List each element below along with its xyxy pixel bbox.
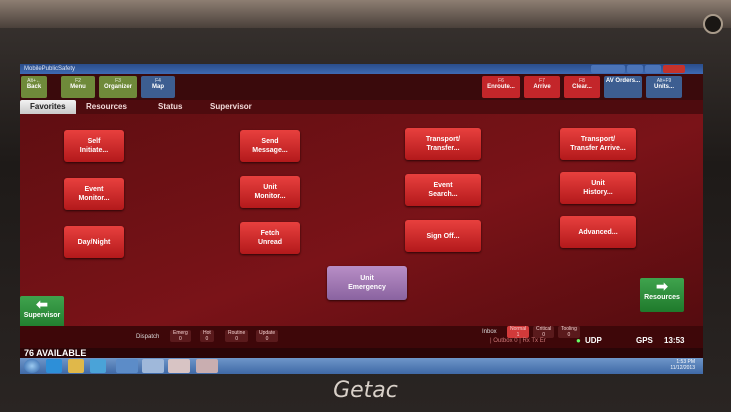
enroute-button[interactable]: F6 Enroute... xyxy=(482,76,520,98)
supervisor-nav-label: Supervisor xyxy=(23,312,61,319)
tab-supervisor[interactable]: Supervisor xyxy=(210,102,252,111)
av-orders-label: AV Orders... xyxy=(605,78,641,84)
arrive-button[interactable]: F7 Arrive xyxy=(524,76,560,98)
count-value: 0 xyxy=(235,336,238,342)
tab-favorites[interactable]: Favorites xyxy=(20,100,76,114)
organizer-button[interactable]: F3 Organizer xyxy=(99,76,137,98)
tab-bar: Favorites Resources Status Supervisor xyxy=(20,100,703,114)
function-toolbar: Alt+← Back F2 Menu F3 Organizer F4 Map F… xyxy=(20,74,703,100)
count-value: 0 xyxy=(567,332,571,338)
windows-taskbar: 1:53 PM 11/12/2013 xyxy=(20,358,703,374)
fkey-label: F2 xyxy=(75,78,81,84)
favorites-panel: Self Initiate... Send Message... Transpo… xyxy=(20,114,703,330)
app-icon[interactable] xyxy=(142,359,164,373)
start-icon[interactable] xyxy=(24,359,40,373)
app-icon[interactable] xyxy=(116,359,138,373)
mps-app-icon[interactable] xyxy=(196,359,218,373)
window-title: MobilePublicSafety xyxy=(24,66,76,72)
fkey-label: F7 xyxy=(539,78,545,84)
clock-date: 11/12/2013 xyxy=(670,365,695,371)
enroute-label: Enroute... xyxy=(487,84,515,90)
arrive-label: Arrive xyxy=(533,84,551,90)
organizer-label: Organizer xyxy=(103,84,132,90)
menu-button[interactable]: F2 Menu xyxy=(61,76,95,98)
inbox-label: Inbox xyxy=(482,329,497,335)
inbox-critical-count[interactable]: Critical 0 xyxy=(533,326,555,338)
fetch-unread-button[interactable]: Fetch Unread xyxy=(240,222,300,254)
bezel-top xyxy=(0,0,731,28)
self-initiate-button[interactable]: Self Initiate... xyxy=(64,130,124,162)
unit-status: 76 AVAILABLE xyxy=(20,348,703,358)
map-label: Map xyxy=(152,84,164,90)
resources-nav-button[interactable]: ➡ Resources xyxy=(640,278,684,312)
fkey-label: F3 xyxy=(115,78,121,84)
minimize-button[interactable] xyxy=(627,65,643,73)
ie-icon[interactable] xyxy=(46,359,62,373)
fkey-label: F6 xyxy=(498,78,504,84)
routine-count[interactable]: Routine 0 xyxy=(225,330,249,342)
arrow-right-icon: ➡ xyxy=(656,278,668,294)
tab-resources[interactable]: Resources xyxy=(86,102,127,111)
event-search-button[interactable]: Event Search... xyxy=(405,174,481,206)
fkey-label: Alt+← xyxy=(27,78,41,84)
system-clock[interactable]: 1:53 PM 11/12/2013 xyxy=(670,359,695,371)
resources-nav-label: Resources xyxy=(644,294,680,301)
advanced-button[interactable]: Advanced... xyxy=(560,216,636,248)
outbox-status: | Outbox 0 | Rx Tx Er xyxy=(490,338,546,344)
update-count[interactable]: Update 0 xyxy=(256,330,279,342)
sign-off-button[interactable]: Sign Off... xyxy=(405,220,481,252)
status-time: 13:53 xyxy=(664,336,685,345)
back-button[interactable]: Alt+← Back xyxy=(21,76,47,98)
help-button[interactable] xyxy=(591,65,625,73)
hot-count[interactable]: Hot 0 xyxy=(200,330,214,342)
send-message-button[interactable]: Send Message... xyxy=(240,130,300,162)
gps-label: GPS xyxy=(636,336,653,345)
maximize-button[interactable] xyxy=(645,65,661,73)
supervisor-nav-button[interactable]: ⬅ Supervisor xyxy=(20,296,64,330)
status-bar: Dispatch Emerg 0 Hot 0 Routine 0 Update 0 In… xyxy=(20,326,703,348)
udp-label: UDP xyxy=(585,336,602,345)
udp-dot-icon: ● xyxy=(576,336,581,345)
app-icon[interactable] xyxy=(168,359,190,373)
event-monitor-button[interactable]: Event Monitor... xyxy=(64,178,124,210)
av-orders-button[interactable]: AV Orders... xyxy=(604,76,642,98)
window-controls xyxy=(591,65,685,73)
media-icon[interactable] xyxy=(90,359,106,373)
fkey-label: Alt+F9 xyxy=(656,78,672,84)
transport-transfer-arrive-button[interactable]: Transport/ Transfer Arrive... xyxy=(560,128,636,160)
emerg-count[interactable]: Emerg 0 xyxy=(170,330,191,342)
unit-monitor-button[interactable]: Unit Monitor... xyxy=(240,176,300,208)
fkey-label: F8 xyxy=(579,78,585,84)
unit-history-button[interactable]: Unit History... xyxy=(560,172,636,204)
clear-label: Clear... xyxy=(572,84,592,90)
transport-transfer-button[interactable]: Transport/ Transfer... xyxy=(405,128,481,160)
clear-button[interactable]: F8 Clear... xyxy=(564,76,600,98)
count-value: 0 xyxy=(205,336,209,342)
arrow-left-icon: ⬅ xyxy=(36,296,48,312)
tab-status[interactable]: Status xyxy=(158,102,182,111)
folder-icon[interactable] xyxy=(68,359,84,373)
units-label: Units... xyxy=(653,84,674,90)
day-night-button[interactable]: Day/Night xyxy=(64,226,124,258)
close-button[interactable] xyxy=(663,65,685,73)
units-button[interactable]: Alt+F9 Units... xyxy=(646,76,682,98)
getac-logo: Getac xyxy=(333,378,398,403)
window-titlebar: MobilePublicSafety xyxy=(20,64,703,74)
back-label: Back xyxy=(26,84,42,90)
unit-emergency-button[interactable]: Unit Emergency xyxy=(327,266,407,300)
dispatch-label: Dispatch xyxy=(136,334,160,340)
map-button[interactable]: F4 Map xyxy=(141,76,175,98)
count-value: 0 xyxy=(178,336,182,342)
camera-icon xyxy=(703,14,723,34)
menu-label: Menu xyxy=(70,84,86,90)
inbox-normal-count[interactable]: Normal 1 xyxy=(507,326,530,338)
count-value: 0 xyxy=(265,336,269,342)
fkey-label: F4 xyxy=(155,78,161,84)
app-screen: MobilePublicSafety Alt+← Back F2 Menu F3… xyxy=(20,64,703,374)
